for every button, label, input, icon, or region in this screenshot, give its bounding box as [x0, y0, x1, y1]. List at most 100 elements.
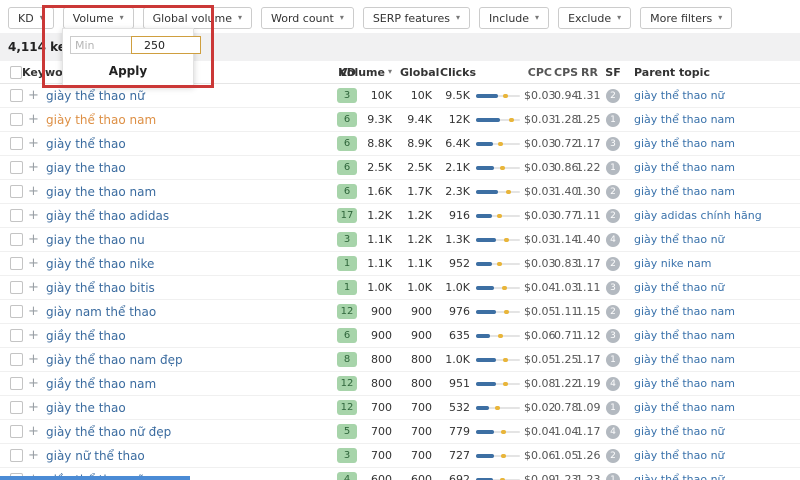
keyword-link[interactable]: giày the thao: [46, 401, 126, 415]
plus-icon[interactable]: +: [28, 376, 46, 391]
bar-yellow-dot: [503, 93, 508, 98]
clicks-value: 692: [449, 473, 470, 480]
keyword-link[interactable]: giầy thể thao nam: [46, 377, 156, 391]
plus-icon[interactable]: +: [28, 256, 46, 271]
plus-icon[interactable]: +: [28, 328, 46, 343]
row-checkbox[interactable]: [10, 353, 23, 366]
volume-min-input[interactable]: [70, 36, 132, 54]
header-rr[interactable]: RR: [576, 66, 600, 79]
plus-icon[interactable]: +: [28, 208, 46, 223]
parent-topic-link[interactable]: giày adidas chính hãng: [634, 209, 762, 222]
row-checkbox[interactable]: [10, 209, 23, 222]
keyword-link[interactable]: giày thể thao nike: [46, 257, 154, 271]
header-sf[interactable]: SF: [600, 66, 626, 79]
parent-topic-link[interactable]: giày thể thao nam: [634, 329, 735, 342]
row-checkbox[interactable]: [10, 233, 23, 246]
row-checkbox[interactable]: [10, 89, 23, 102]
header-clicks[interactable]: Clicks: [440, 66, 476, 79]
bar-yellow-dot: [501, 429, 506, 434]
filter-button-include[interactable]: Include ▾: [479, 7, 550, 29]
plus-icon[interactable]: +: [28, 136, 46, 151]
parent-topic-link[interactable]: giày thể thao nữ: [634, 473, 725, 480]
keyword-link[interactable]: giày thể thao bitis: [46, 281, 155, 295]
filter-button-more-filters[interactable]: More filters ▾: [640, 7, 733, 29]
row-checkbox[interactable]: [10, 281, 23, 294]
plus-icon[interactable]: +: [28, 112, 46, 127]
parent-topic-link[interactable]: giày thể thao nam: [634, 305, 735, 318]
keyword-link[interactable]: giày thể thao nam đẹp: [46, 353, 183, 367]
plus-icon[interactable]: +: [28, 160, 46, 175]
keyword-link[interactable]: giầy thể thao: [46, 329, 126, 343]
parent-topic-link[interactable]: giày thể thao nam: [634, 377, 735, 390]
parent-topic-link[interactable]: giày thể thao nam: [634, 113, 735, 126]
sf-badge: 1: [606, 400, 620, 415]
clicks-value: 2.1K: [445, 161, 470, 174]
bar-blue-segment: [476, 357, 496, 362]
header-cpc[interactable]: CPC: [524, 66, 554, 79]
plus-icon[interactable]: +: [28, 184, 46, 199]
keyword-link[interactable]: giay the thao: [46, 161, 126, 175]
row-checkbox[interactable]: [10, 449, 23, 462]
row-checkbox[interactable]: [10, 305, 23, 318]
plus-icon[interactable]: +: [28, 88, 46, 103]
plus-icon[interactable]: +: [28, 280, 46, 295]
keyword-link[interactable]: giày thể thao: [46, 137, 126, 151]
parent-topic-link[interactable]: giày thể thao nữ: [634, 233, 725, 246]
cpc-value: $0.05: [524, 305, 556, 318]
row-checkbox[interactable]: [10, 137, 23, 150]
row-checkbox[interactable]: [10, 113, 23, 126]
volume-value-input[interactable]: [131, 36, 201, 54]
filter-button-kd[interactable]: KD ▾: [8, 7, 54, 29]
bar-yellow-dot: [509, 117, 514, 122]
filter-button-global-volume[interactable]: Global volume ▾: [142, 7, 252, 29]
plus-icon[interactable]: +: [28, 448, 46, 463]
filter-button-serp-features[interactable]: SERP features ▾: [362, 7, 470, 29]
parent-topic-link[interactable]: giày thể thao nam: [634, 353, 735, 366]
horizontal-scrollbar[interactable]: [0, 476, 190, 480]
parent-topic-link[interactable]: giày thể thao nam: [634, 185, 735, 198]
keyword-link[interactable]: giày thể thao nam: [46, 113, 156, 127]
keyword-link[interactable]: giày nam thể thao: [46, 305, 156, 319]
apply-button[interactable]: Apply: [103, 63, 153, 79]
filter-button-volume[interactable]: Volume ▾: [62, 7, 134, 29]
filter-button-label: Include: [489, 11, 530, 25]
row-checkbox[interactable]: [10, 377, 23, 390]
row-checkbox[interactable]: [10, 257, 23, 270]
plus-icon[interactable]: +: [28, 352, 46, 367]
header-global[interactable]: Global: [400, 66, 440, 79]
parent-topic-link[interactable]: giày thể thao nữ: [634, 89, 725, 102]
cps-value: 0.86: [554, 161, 579, 174]
header-cps[interactable]: CPS: [554, 66, 578, 79]
cpc-value: $0.06: [524, 329, 556, 342]
cps-value: 0.83: [554, 257, 579, 270]
header-volume[interactable]: Volume ▾: [339, 66, 400, 79]
row-checkbox[interactable]: [10, 425, 23, 438]
parent-topic-link[interactable]: giày thể thao nữ: [634, 449, 725, 462]
plus-icon[interactable]: +: [28, 424, 46, 439]
filter-button-exclude[interactable]: Exclude ▾: [558, 7, 632, 29]
keyword-link[interactable]: giày thể thao adidas: [46, 209, 169, 223]
keyword-link[interactable]: giày nữ thể thao: [46, 449, 145, 463]
header-parent-topic[interactable]: Parent topic: [626, 66, 800, 79]
parent-topic-link[interactable]: giày thể thao nam: [634, 137, 735, 150]
plus-icon[interactable]: +: [28, 232, 46, 247]
parent-topic-link[interactable]: giày thể thao nữ: [634, 425, 725, 438]
parent-topic-link[interactable]: giày thể thao nam: [634, 161, 735, 174]
bar-yellow-dot: [498, 333, 503, 338]
row-checkbox[interactable]: [10, 161, 23, 174]
keyword-link[interactable]: giày thể thao nữ: [46, 89, 145, 103]
parent-topic-link[interactable]: giày thể thao nam: [634, 401, 735, 414]
keyword-link[interactable]: giày thể thao nữ đẹp: [46, 425, 171, 439]
filter-button-word-count[interactable]: Word count ▾: [261, 7, 354, 29]
row-checkbox[interactable]: [10, 401, 23, 414]
rr-value: 1.22: [576, 161, 601, 174]
keyword-link[interactable]: giay the thao nu: [46, 233, 145, 247]
row-checkbox[interactable]: [10, 185, 23, 198]
select-all-checkbox[interactable]: [10, 65, 22, 79]
keyword-link[interactable]: giay the thao nam: [46, 185, 156, 199]
row-checkbox[interactable]: [10, 329, 23, 342]
parent-topic-link[interactable]: giày thể thao nữ: [634, 281, 725, 294]
parent-topic-link[interactable]: giày nike nam: [634, 257, 711, 270]
plus-icon[interactable]: +: [28, 400, 46, 415]
plus-icon[interactable]: +: [28, 304, 46, 319]
